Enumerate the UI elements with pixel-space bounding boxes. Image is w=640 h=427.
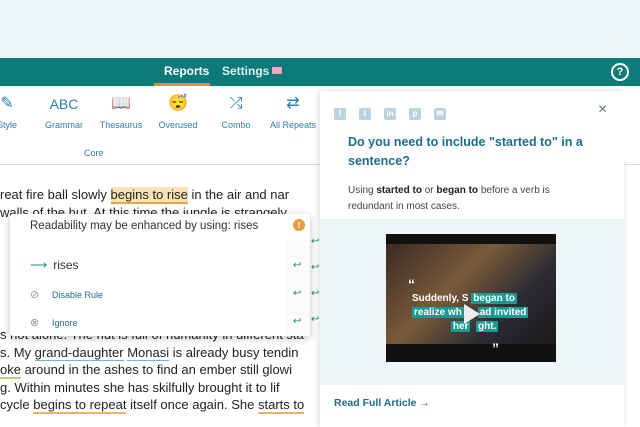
caption-text: Suddenly, S <box>412 293 469 304</box>
eye-off-icon: ⊘ <box>30 289 40 301</box>
disable-rule-label: Disable Rule <box>52 290 104 300</box>
top-band <box>0 0 640 58</box>
apply-arrow-icon[interactable]: ↩ <box>311 288 320 305</box>
caption-highlight: began to <box>471 293 517 304</box>
text-segment: around in the ashes to find an ember sti… <box>20 362 292 377</box>
caption-text: realize wh <box>412 307 464 318</box>
text-segment: itself once again. She <box>126 397 258 412</box>
text-line: s. My grand-daughter Monasi is already b… <box>0 344 330 361</box>
apply-arrow-icon[interactable]: ↩ <box>293 316 301 327</box>
article-sidebar: f t in p ✉ × Do you need to include "started… <box>320 91 624 427</box>
read-full-article-link[interactable]: Read Full Article → <box>334 397 430 409</box>
text-line: g. Within minutes she has skilfully brou… <box>0 379 280 395</box>
warning-icon: ! <box>293 219 305 231</box>
apply-arrow-icon[interactable]: ↩ <box>311 314 320 331</box>
text-line: oke around in the ashes to find an ember… <box>0 361 330 379</box>
body-text: Using <box>348 185 377 196</box>
flagged-phrase[interactable]: starts to <box>258 397 305 414</box>
body-bold: started to <box>376 185 422 196</box>
pinterest-icon[interactable]: p <box>409 108 421 120</box>
repeat-icon: ⇄ <box>286 95 300 112</box>
highlighted-phrase[interactable]: begins to rise <box>110 187 188 204</box>
flagged-word[interactable]: grand-daughter <box>34 344 124 361</box>
text-line: cycle begins to repeat itself once again… <box>0 396 330 414</box>
text-segment: in the air and nar <box>187 187 290 202</box>
suggestion-gutter: ↩ ↩ ↩ ↩ <box>311 186 320 416</box>
flagged-word[interactable]: oke <box>0 362 21 379</box>
article-title: Do you need to include "started to" in a… <box>348 135 583 168</box>
text-segment: s. My <box>0 344 35 360</box>
facebook-icon[interactable]: f <box>334 108 346 120</box>
tab-settings[interactable]: Settings <box>222 58 283 86</box>
arrow-right-icon: ⟶ <box>30 258 48 272</box>
text-line: reat fire ball slowly begins to rise in … <box>0 186 330 204</box>
tool-all-repeats[interactable]: ⇄ All Repeats <box>258 92 328 130</box>
twitter-icon[interactable]: t <box>359 108 371 120</box>
flag-icon <box>272 67 283 74</box>
video-panel: “ Suddenly, S began to realize wh ad invi… <box>320 219 624 385</box>
body-bold: began to <box>436 185 479 196</box>
caption-text: ad invited <box>477 307 529 318</box>
quote-open-icon: “ <box>408 276 415 292</box>
apply-arrow-icon[interactable]: ↩ <box>293 288 301 299</box>
apply-arrow-icon[interactable]: ↩ <box>293 260 301 271</box>
tab-settings-label: Settings <box>222 64 270 78</box>
text-segment: cycle <box>0 397 34 412</box>
linkedin-icon[interactable]: in <box>384 108 396 120</box>
nav-bar: Reports Settings ? <box>0 58 640 86</box>
suggestion-option[interactable]: ⟶ rises <box>30 258 79 272</box>
ignore-label: Ignore <box>52 318 78 328</box>
help-icon[interactable]: ? <box>611 63 629 81</box>
flagged-word[interactable]: Monasi <box>127 344 170 361</box>
apply-arrow-icon[interactable]: ↩ <box>311 262 320 279</box>
window-edge <box>624 91 640 161</box>
apply-arrow-icon[interactable]: ↩ <box>311 236 320 253</box>
video-player[interactable]: “ Suddenly, S began to realize wh ad invi… <box>386 234 556 362</box>
cancel-circle-icon: ⊗ <box>30 317 40 329</box>
email-icon[interactable]: ✉ <box>434 108 446 120</box>
ignore-button[interactable]: ⊗ Ignore <box>30 316 78 329</box>
readability-message: Readability may be enhanced by using: ri… <box>30 220 259 232</box>
close-icon[interactable]: × <box>598 101 607 119</box>
tab-reports[interactable]: Reports <box>164 58 209 86</box>
article-body: Using started to or began to before a ve… <box>348 183 568 215</box>
tool-label: All Repeats <box>269 120 317 130</box>
suggestion-text: rises <box>53 258 79 272</box>
text-segment: is already busy tendin <box>169 344 299 360</box>
share-bar: f t in p ✉ <box>334 103 459 121</box>
toolbar-group-label: Core <box>84 148 104 158</box>
body-text: or <box>421 185 437 196</box>
disable-rule-button[interactable]: ⊘ Disable Rule <box>30 288 103 301</box>
text-segment: reat fire ball slowly <box>0 187 111 202</box>
suggestion-popup: Readability may be enhanced by using: ri… <box>10 214 310 336</box>
quote-close-icon: ” <box>492 340 499 356</box>
flagged-phrase[interactable]: begins to repeat <box>33 397 127 414</box>
play-icon[interactable] <box>464 304 480 324</box>
